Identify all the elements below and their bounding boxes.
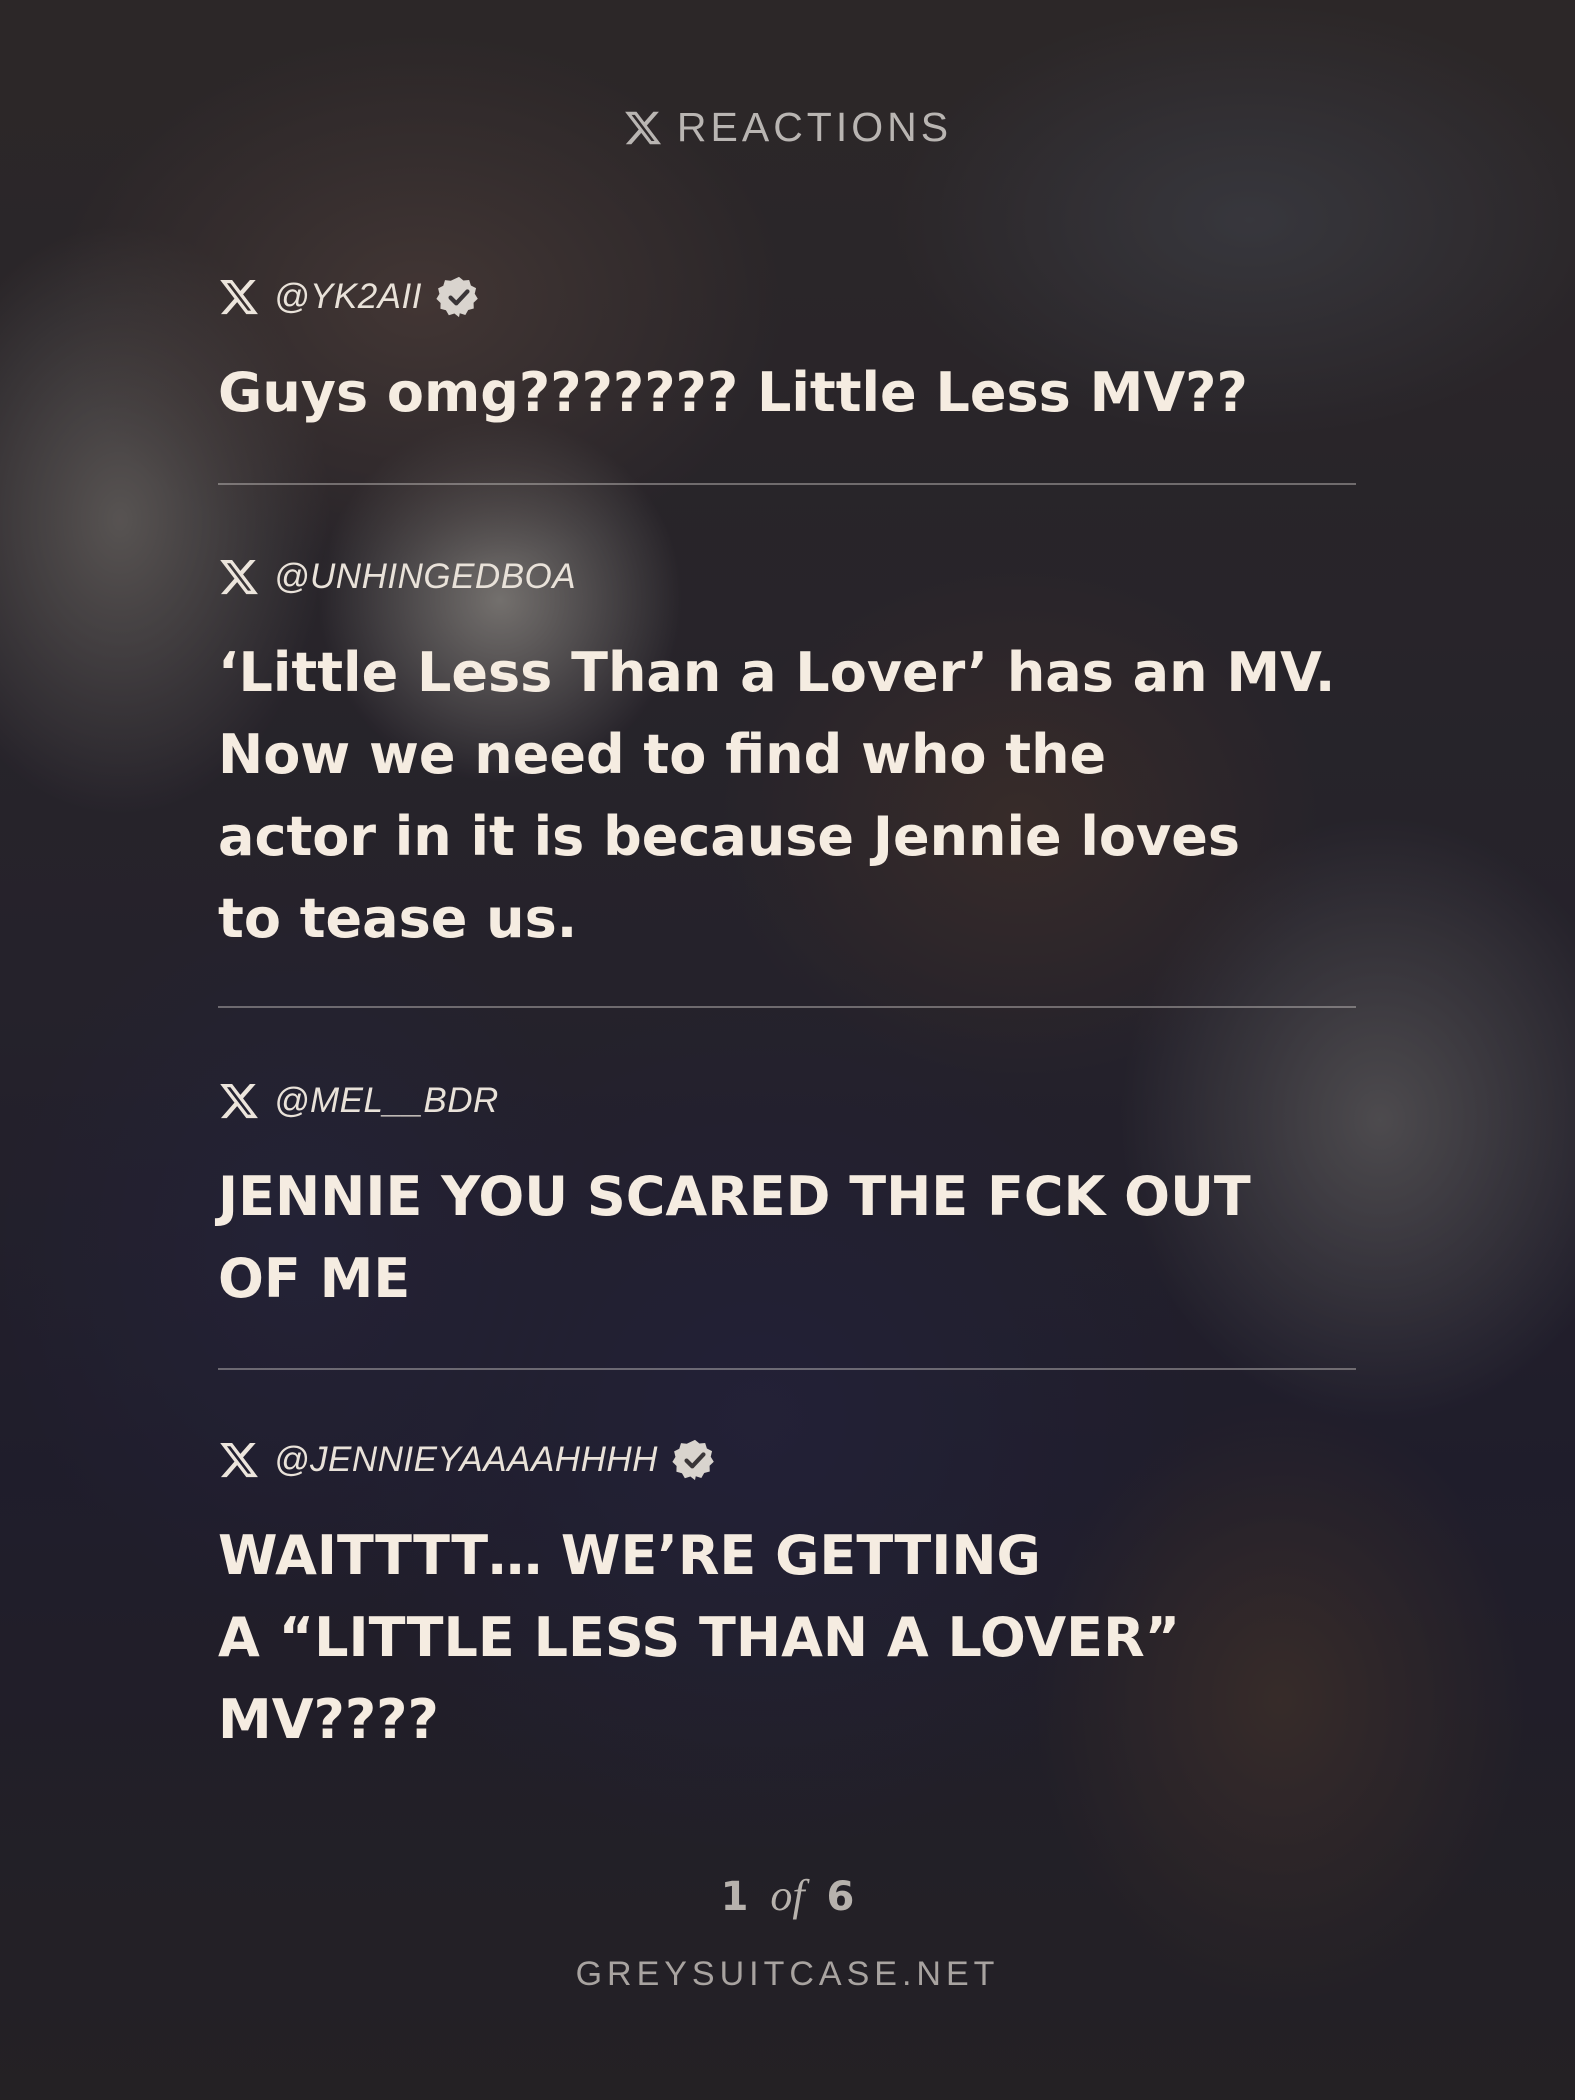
site-url[interactable]: GREYSUITCASE.NET: [0, 1955, 1575, 1994]
tweet-author: @MEL__BDR: [218, 1074, 1358, 1128]
tweet-text: Guys omg??????? Little Less MV??: [218, 361, 1248, 424]
verified-badge-icon: [436, 274, 482, 320]
tweet-card: @UNHINGEDBOA ‘Little Less Than a Lover’ …: [218, 550, 1358, 960]
tweet-handle[interactable]: @UNHINGEDBOA: [274, 557, 576, 597]
verified-badge-icon: [672, 1437, 718, 1483]
tweet-card: @JENNIEYAAAAHHHH WAITTTT… WE’RE GETTING …: [218, 1433, 1358, 1761]
page-total: 6: [826, 1874, 855, 1920]
tweet-author: @YK2AII: [218, 270, 1358, 324]
pagination: 1 of 6: [0, 1870, 1575, 1921]
tweet-author: @JENNIEYAAAAHHHH: [218, 1433, 1358, 1487]
tweet-handle[interactable]: @MEL__BDR: [274, 1081, 499, 1121]
header-title: REACTIONS: [676, 104, 953, 150]
page-current: 1: [720, 1874, 749, 1920]
tweet-handle[interactable]: @YK2AII: [274, 277, 422, 317]
tweet-text: JENNIE YOU SCARED THE FCK OUT OF ME: [218, 1165, 1251, 1310]
x-logo-icon: [218, 276, 260, 318]
x-logo-icon: [218, 1080, 260, 1122]
divider: [218, 1006, 1356, 1008]
tweet-card: @YK2AII Guys omg??????? Little Less MV??: [218, 270, 1358, 434]
x-logo-icon: [218, 556, 260, 598]
tweet-author: @UNHINGEDBOA: [218, 550, 1358, 604]
divider: [218, 1368, 1356, 1370]
tweet-card: @MEL__BDR JENNIE YOU SCARED THE FCK OUT …: [218, 1074, 1358, 1320]
tweet-text: ‘Little Less Than a Lover’ has an MV. No…: [218, 641, 1336, 950]
tweet-text: WAITTTT… WE’RE GETTING A “LITTLE LESS TH…: [218, 1524, 1181, 1751]
x-logo-icon: [218, 1439, 260, 1481]
tweet-handle[interactable]: @JENNIEYAAAAHHHH: [274, 1440, 658, 1480]
header: REACTIONS: [0, 104, 1575, 151]
x-logo-icon: [623, 108, 663, 148]
reactions-card: REACTIONS @YK2AII Guys omg??????? Little…: [0, 0, 1575, 2100]
divider: [218, 483, 1356, 485]
page-of: of: [770, 1871, 805, 1920]
